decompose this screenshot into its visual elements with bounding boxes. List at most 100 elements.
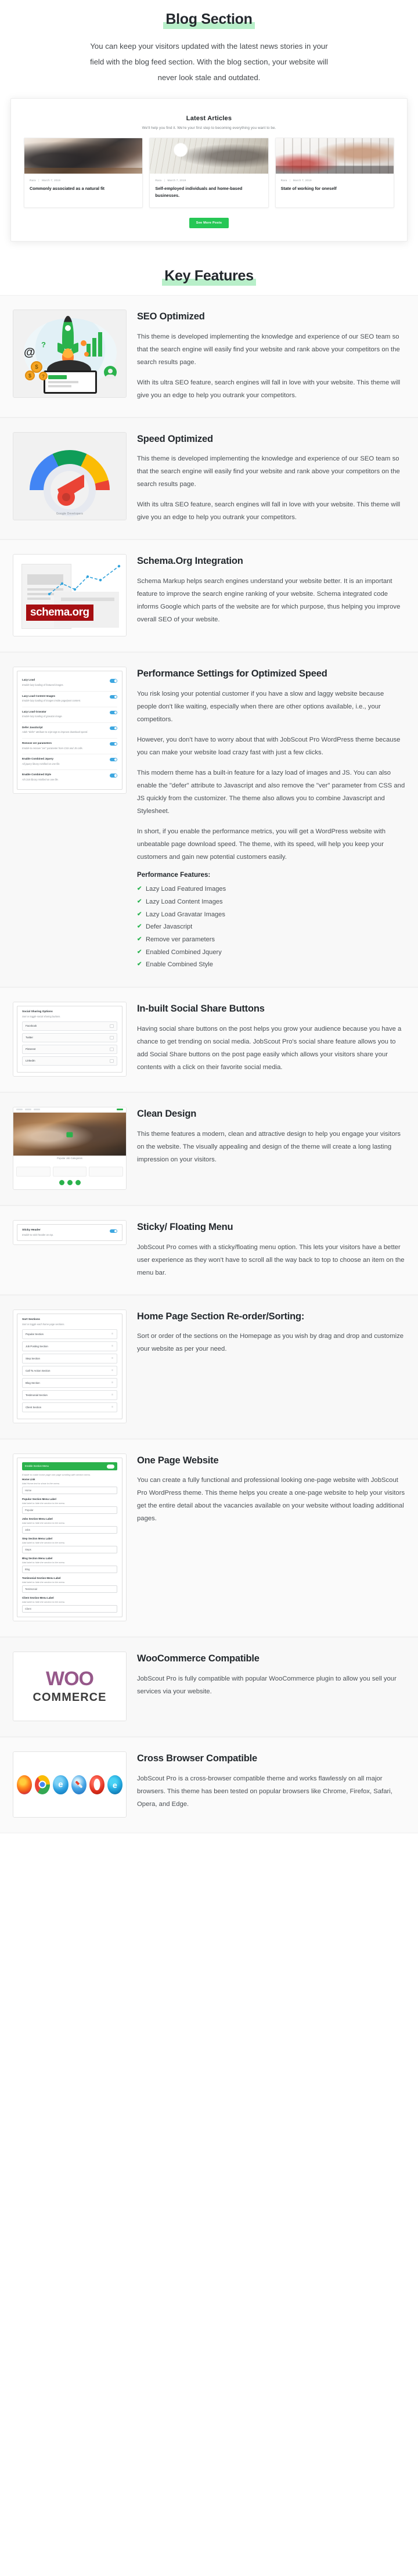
option-remove-ver-parameters[interactable]: Remove ver parameters Enable to remove "… <box>22 739 117 754</box>
edge-icon: e <box>107 1775 123 1794</box>
drag-handle-icon[interactable]: ≡ <box>111 1332 114 1336</box>
check-icon: ✔ <box>137 923 142 930</box>
sort-row-job-posting-section[interactable]: Job Posting Section ≡ <box>22 1341 117 1351</box>
testimonial-section-input[interactable]: Testimonial <box>22 1585 117 1593</box>
mock-hero-image <box>13 1112 126 1156</box>
feature-row-seo-optimized: $ $ ? @ ? SEO Optimized This theme is de… <box>0 294 418 418</box>
toggle-switch[interactable] <box>107 1465 114 1469</box>
toggle-switch[interactable] <box>110 773 117 778</box>
drag-handle-icon[interactable] <box>110 1024 114 1028</box>
toggle-switch[interactable] <box>110 695 117 699</box>
feature-text-schema-org: Schema.Org Integration Schema Markup hel… <box>137 554 405 626</box>
dot-icon <box>67 1179 73 1185</box>
enable-section-menu-banner[interactable]: Enable Section Menu <box>22 1462 117 1471</box>
toggle-switch[interactable] <box>110 1229 117 1233</box>
list-item-label: Enable Combined Style <box>146 961 213 969</box>
jobs-section-input[interactable]: Jobs <box>22 1526 117 1534</box>
drag-handle-icon[interactable]: ≡ <box>111 1393 114 1397</box>
option-label: Lazy Load Content Images <box>22 694 56 697</box>
drag-handle-icon[interactable]: ≡ <box>111 1344 114 1348</box>
admin-sticky-panel-screenshot: Sticky Header Enable to stick header on … <box>13 1219 127 1245</box>
option-lazy-load[interactable]: Lazy Load Enable lazy loading of feature… <box>22 675 117 692</box>
mock-dot-row <box>13 1179 126 1189</box>
post-title[interactable]: State of working for oneself <box>281 185 388 192</box>
drag-handle-icon[interactable] <box>110 1059 114 1063</box>
social-panel-title: Social Sharing Options <box>22 1010 53 1013</box>
feature-row-home-page-reorder: Sort Sections Sort or toggle each home p… <box>0 1294 418 1439</box>
blog-section-input[interactable]: Blog <box>22 1566 117 1574</box>
mock-card <box>89 1166 124 1177</box>
toggle-switch[interactable] <box>110 726 117 731</box>
feature-text-clean-design: Clean Design This theme features a moder… <box>137 1107 405 1166</box>
sort-row-client-section[interactable]: Client Section ≡ <box>22 1402 117 1412</box>
option-enable-combined-style[interactable]: Enable Combined Style All CSS library mi… <box>22 770 117 785</box>
google-developers-label: Google Developers <box>56 512 84 516</box>
field-hint: Add label to hide the section in the men… <box>22 1541 66 1545</box>
social-row-linkedin[interactable]: LinkedIn <box>22 1056 117 1066</box>
check-icon: ✔ <box>137 936 142 942</box>
post-title[interactable]: Self-employed individuals and home-based… <box>155 185 262 199</box>
list-item-label: Lazy Load Content Images <box>146 898 223 906</box>
toggle-switch[interactable] <box>110 710 117 715</box>
sort-row-popular-section[interactable]: Popular Section ≡ <box>22 1329 117 1339</box>
sort-row-step-section[interactable]: Step Section ≡ <box>22 1353 117 1363</box>
sort-row-blog-section[interactable]: Blog Section ≡ <box>22 1377 117 1388</box>
list-item[interactable]: Rara | March 7, 2019 State of working fo… <box>275 138 394 208</box>
option-defer-javascript[interactable]: Defer JavaScript Adds "defer" attribute … <box>22 723 117 739</box>
see-more-posts-button[interactable]: See More Posts <box>189 217 229 228</box>
drag-handle-icon[interactable] <box>110 1047 114 1051</box>
sort-row-label: Step Section <box>26 1357 40 1360</box>
field-label: Blog Section Menu Label <box>22 1557 53 1560</box>
field-testimonial-section-menu-label: Testimonial Section Menu Label Add label… <box>22 1577 117 1593</box>
step-section-input[interactable]: Steps <box>22 1546 117 1554</box>
field-hint: Add Home text to show in the menu. <box>22 1482 60 1485</box>
drag-handle-icon[interactable] <box>110 1035 114 1039</box>
field-label: Testimonial Section Menu Label <box>22 1577 61 1580</box>
list-item[interactable]: Rara | March 7, 2019 Commonly associated… <box>24 138 143 208</box>
blog-preview-wrapper: Latest Articles We'll help you find it. … <box>0 85 418 242</box>
sort-row-testimonial-section[interactable]: Testimonial Section ≡ <box>22 1390 117 1400</box>
home-link-input[interactable]: Home <box>22 1487 117 1495</box>
speed-gauge-icon: Google Developers <box>13 431 127 520</box>
drag-handle-icon[interactable]: ≡ <box>111 1357 114 1360</box>
toggle-switch[interactable] <box>110 742 117 746</box>
social-row-twitter[interactable]: Twitter <box>22 1032 117 1042</box>
check-icon: ✔ <box>137 898 142 905</box>
list-item: ✔ Enable Combined Style <box>137 959 405 972</box>
list-item[interactable]: Rara | March 7, 2019 Self-employed indiv… <box>149 138 269 208</box>
feature-paragraph: You can create a fully functional and pr… <box>137 1477 405 1523</box>
option-enable-combined-jquery[interactable]: Enable Combined Jquery All jquery librar… <box>22 754 117 770</box>
post-title[interactable]: Commonly associated as a natural fit <box>30 185 137 192</box>
feature-text-performance-settings: Performance Settings for Optimized Speed… <box>137 667 405 971</box>
social-row-pinterest[interactable]: Pinterest <box>22 1044 117 1054</box>
feature-text-one-page-website: One Page Website You can create a fully … <box>137 1454 405 1526</box>
drag-handle-icon[interactable]: ≡ <box>111 1381 114 1384</box>
option-lazy-load-content-images[interactable]: Lazy Load Content Images Enable lazy loa… <box>22 692 117 707</box>
list-item: ✔ Enabled Combined Jquery <box>137 947 405 959</box>
safari-icon <box>71 1775 87 1794</box>
post-meta: Rara | March 7, 2019 <box>30 179 137 182</box>
toggle-switch[interactable] <box>110 757 117 762</box>
sort-row-call-to-action-section[interactable]: Call To Action Section ≡ <box>22 1365 117 1376</box>
page-title: Blog Section <box>163 10 255 30</box>
woocommerce-logo-icon: WOO COMMERCE <box>13 1652 127 1722</box>
drag-handle-icon[interactable]: ≡ <box>111 1369 114 1372</box>
feature-text-home-page-reorder: Home Page Section Re-order/Sorting: Sort… <box>137 1309 405 1356</box>
hero-cta-chip[interactable] <box>66 1132 73 1138</box>
option-lazy-load-gravatar[interactable]: Lazy Load Gravatar Enable lazy loading o… <box>22 707 117 723</box>
check-icon: ✔ <box>137 886 142 893</box>
toggle-switch[interactable] <box>110 679 117 683</box>
feature-text-woocommerce: WooCommerce Compatible JobScout Pro is f… <box>137 1652 405 1698</box>
option-label: Lazy Load Gravatar <box>22 710 46 713</box>
client-section-input[interactable]: Client <box>22 1605 117 1613</box>
post-author: Rara <box>30 179 36 182</box>
popular-section-input[interactable]: Popular <box>22 1506 117 1514</box>
post-author: Rara <box>280 179 287 182</box>
performance-features-heading: Performance Features: <box>137 871 211 879</box>
schema-org-logo: schema.org <box>26 605 93 621</box>
nav-chip <box>25 1109 31 1111</box>
feature-paragraph: This modern theme has a built-in feature… <box>137 769 405 815</box>
social-row-facebook[interactable]: Facebook <box>22 1021 117 1031</box>
blog-section-header: Blog Section <box>0 0 418 30</box>
drag-handle-icon[interactable]: ≡ <box>111 1405 114 1409</box>
